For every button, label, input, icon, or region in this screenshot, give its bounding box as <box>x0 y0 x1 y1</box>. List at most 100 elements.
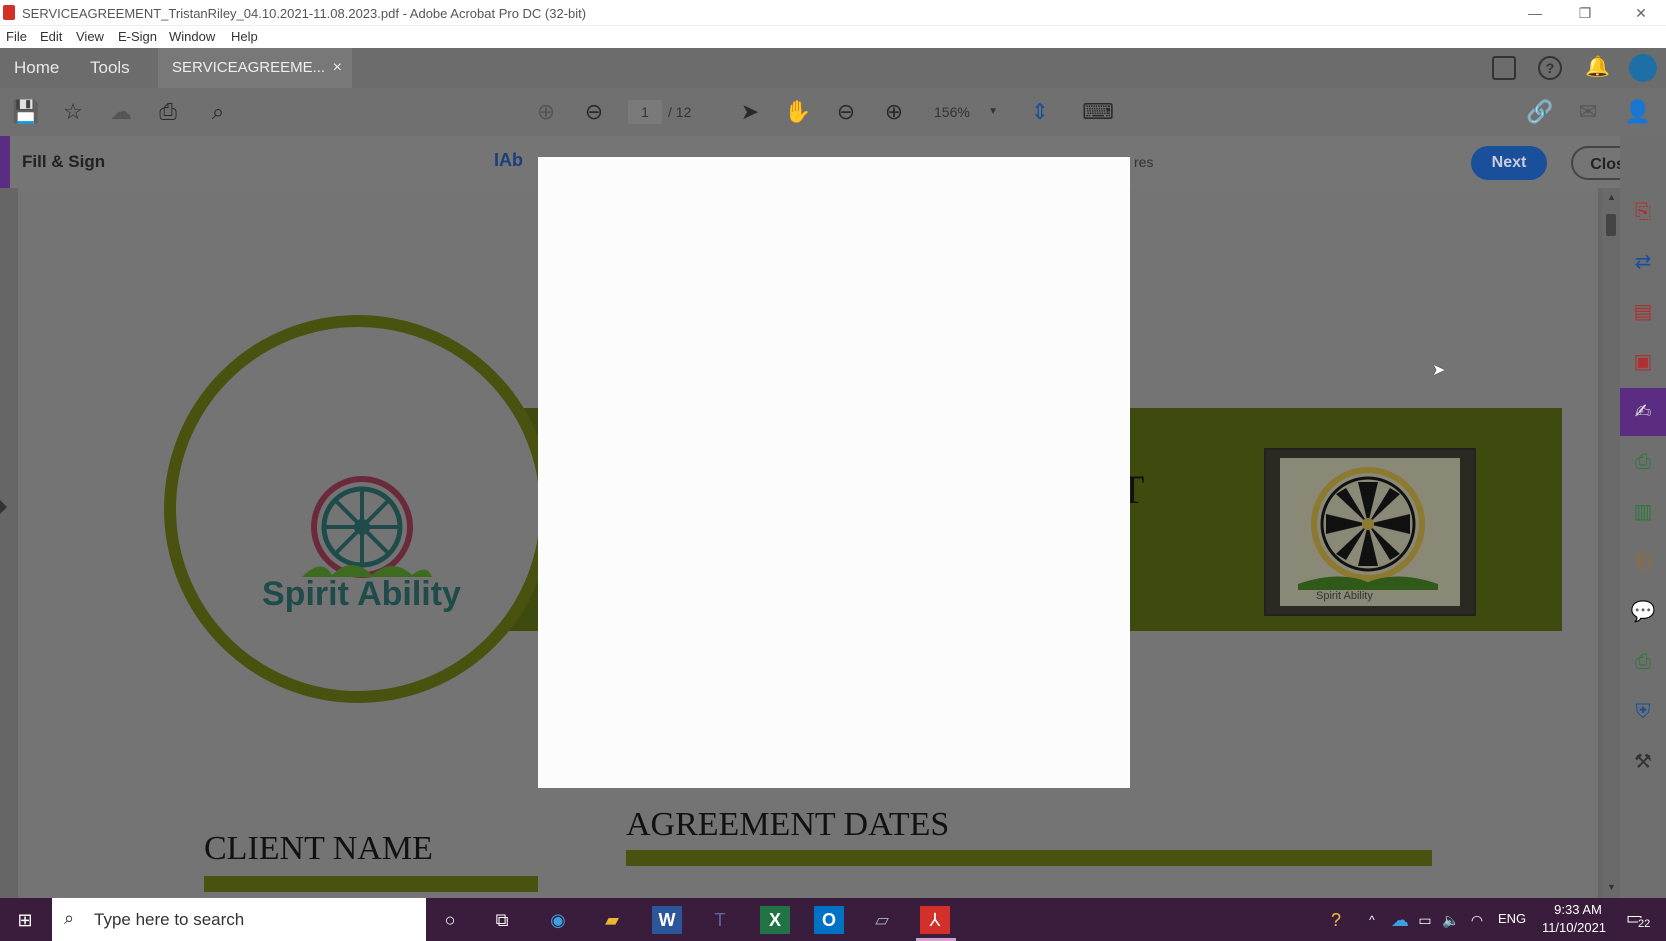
user-avatar[interactable] <box>1629 54 1657 82</box>
compare-icon[interactable]: ▥ <box>1627 496 1659 528</box>
menu-file[interactable]: File <box>6 29 27 44</box>
upload-cloud-icon[interactable]: ☁ <box>105 96 137 128</box>
save-icon[interactable]: 💾 <box>10 96 42 128</box>
comment-icon[interactable]: 💬 <box>1627 596 1659 628</box>
battery-icon[interactable]: ▭ <box>1414 902 1436 938</box>
minimize-button[interactable]: — <box>1510 0 1560 26</box>
wheel-drawing-icon <box>1298 467 1438 590</box>
expand-left-panel-icon[interactable] <box>0 500 7 514</box>
teams-app-icon[interactable]: T <box>698 902 742 938</box>
menu-view[interactable]: View <box>76 29 104 44</box>
print-icon[interactable]: ⎙ <box>152 96 184 128</box>
pen-sign-icon: ✍ <box>1634 401 1652 423</box>
close-window-button[interactable]: ✕ <box>1616 0 1666 26</box>
file-explorer-icon[interactable]: ▰ <box>590 902 634 938</box>
fill-sign-title: Fill & Sign <box>22 152 106 171</box>
scrollbar-thumb[interactable] <box>1606 214 1616 236</box>
chevron-up-icon[interactable]: ^ <box>1362 902 1382 938</box>
logo-circle: Spirit Ability <box>164 315 552 703</box>
taskbar-search-box[interactable]: ⌕ Type here to search <box>52 898 426 941</box>
organize-pages-icon[interactable]: ▤ <box>1627 296 1659 328</box>
acrobat-taskbar-icon[interactable]: ⅄ <box>920 906 950 934</box>
window-titlebar: SERVICEAGREEMENT_TristanRiley_04.10.2021… <box>0 0 1666 26</box>
tab-document-label: SERVICEAGREEME... <box>172 59 326 76</box>
keyboard-icon[interactable]: ⌨ <box>1082 96 1114 128</box>
onedrive-icon[interactable]: ☁ <box>1388 902 1412 938</box>
zoom-in-icon[interactable]: ⊕ <box>878 96 910 128</box>
link-icon[interactable]: 🔗 <box>1524 96 1556 128</box>
word-app-icon[interactable]: W <box>652 906 682 934</box>
menu-help[interactable]: Help <box>231 29 258 44</box>
vertical-scrollbar[interactable]: ▲ ▼ <box>1602 188 1620 898</box>
notification-bell-icon[interactable]: 🔔 <box>1585 54 1610 82</box>
clock-time[interactable]: 9:33 AM <box>1546 902 1610 917</box>
tab-document[interactable]: SERVICEAGREEME... × <box>158 48 352 88</box>
wheel-photo: Spirit Ability <box>1264 448 1476 616</box>
signature-tool-label[interactable]: res <box>1134 154 1153 170</box>
action-center-icon[interactable]: ▭ 22 <box>1624 906 1658 934</box>
wheel-photo-image: Spirit Ability <box>1280 458 1460 606</box>
previous-page-icon[interactable]: ⊕ <box>530 96 562 128</box>
language-indicator[interactable]: ENG <box>1498 911 1526 926</box>
menu-edit[interactable]: Edit <box>40 29 62 44</box>
hand-tool-icon[interactable]: ✋ <box>782 96 814 128</box>
share-screen-icon[interactable] <box>1492 56 1516 80</box>
cortana-icon[interactable]: ○ <box>428 902 472 938</box>
select-cursor-icon[interactable]: ➤ <box>734 96 766 128</box>
wifi-icon[interactable]: ◠ <box>1466 902 1488 938</box>
print-production-icon[interactable]: ⎙ <box>1627 646 1659 678</box>
window-title: SERVICEAGREEMENT_TristanRiley_04.10.2021… <box>22 6 587 21</box>
zoom-level-value: 156% <box>934 104 970 120</box>
export-pdf-icon[interactable]: ⇄ <box>1627 246 1659 278</box>
menu-window[interactable]: Window <box>169 29 215 44</box>
blank-modal-dialog[interactable] <box>538 157 1130 788</box>
menu-esign[interactable]: E-Sign <box>118 29 157 44</box>
help-tray-icon[interactable]: ? <box>1322 902 1350 938</box>
edit-pdf-icon[interactable]: ▣ <box>1627 346 1659 378</box>
tab-home[interactable]: Home <box>0 48 73 88</box>
excel-app-icon[interactable]: X <box>760 906 790 934</box>
photo-caption: Spirit Ability <box>1316 590 1373 602</box>
right-tools-panel: ⎘ ⇄ ▤ ▣ ✍ ⎙ ▥ ⎗ 💬 ⎙ ⛨ ⚒ <box>1620 136 1666 898</box>
edge-browser-icon[interactable]: ◉ <box>536 902 580 938</box>
chevron-down-icon: ▼ <box>988 106 998 117</box>
restore-button[interactable]: ❐ <box>1560 0 1610 26</box>
main-toolbar: 💾 ☆ ☁ ⎙ ⌕ ⊕ ⊖ 1 / 12 ➤ ✋ ⊖ ⊕ 156% ▼ ⇕ ⌨ … <box>0 88 1666 136</box>
next-page-icon[interactable]: ⊖ <box>578 96 610 128</box>
task-view-icon[interactable]: ⧉ <box>480 902 524 938</box>
clock-date[interactable]: 11/10/2021 <box>1538 920 1610 935</box>
menu-bar: File Edit View E-Sign Window Help <box>0 26 1666 48</box>
protect-shield-icon[interactable]: ⛨ <box>1627 696 1659 728</box>
zoom-out-icon[interactable]: ⊖ <box>830 96 862 128</box>
next-button[interactable]: Next <box>1471 146 1547 180</box>
logo-text: Spirit Ability <box>262 575 461 613</box>
windows-taskbar: ⊞ ⌕ Type here to search ○ ⧉ ◉ ▰ W T X O … <box>0 898 1666 941</box>
windows-start-icon[interactable]: ⊞ <box>2 902 48 938</box>
fit-page-icon[interactable]: ⇕ <box>1024 96 1056 128</box>
help-icon[interactable]: ? <box>1538 56 1562 80</box>
notes-app-icon[interactable]: ▱ <box>860 902 904 938</box>
page-number-input[interactable]: 1 <box>628 100 662 124</box>
send-for-signature-icon[interactable]: ⎙ <box>1627 446 1659 478</box>
add-user-icon[interactable]: 👤 <box>1622 96 1654 128</box>
volume-icon[interactable]: 🔈 <box>1440 902 1462 938</box>
more-tools-icon[interactable]: ⚒ <box>1627 746 1659 778</box>
tab-close-icon[interactable]: × <box>333 48 342 88</box>
add-text-tool-icon[interactable]: IAb <box>494 150 523 171</box>
tab-bar: Home Tools SERVICEAGREEME... × ? 🔔 <box>0 48 1666 88</box>
fill-sign-tool-active[interactable]: ✍ <box>1620 388 1666 436</box>
scroll-down-icon[interactable]: ▼ <box>1607 882 1616 892</box>
acrobat-app-icon <box>3 5 15 20</box>
client-name-label: CLIENT NAME <box>204 830 433 867</box>
create-pdf-icon[interactable]: ⎘ <box>1627 196 1659 228</box>
agreement-dates-label: AGREEMENT DATES <box>626 806 950 843</box>
tab-tools[interactable]: Tools <box>76 48 144 88</box>
outlook-app-icon[interactable]: O <box>814 906 844 934</box>
bookmark-star-icon[interactable]: ☆ <box>57 96 89 128</box>
combine-files-icon[interactable]: ⎗ <box>1627 546 1659 578</box>
agreement-dates-underline <box>626 850 1432 866</box>
zoom-level-select[interactable]: 156% ▼ <box>934 100 998 124</box>
scroll-up-icon[interactable]: ▲ <box>1607 192 1616 202</box>
email-icon[interactable]: ✉ <box>1572 96 1604 128</box>
search-zoom-icon[interactable]: ⌕ <box>202 96 234 128</box>
